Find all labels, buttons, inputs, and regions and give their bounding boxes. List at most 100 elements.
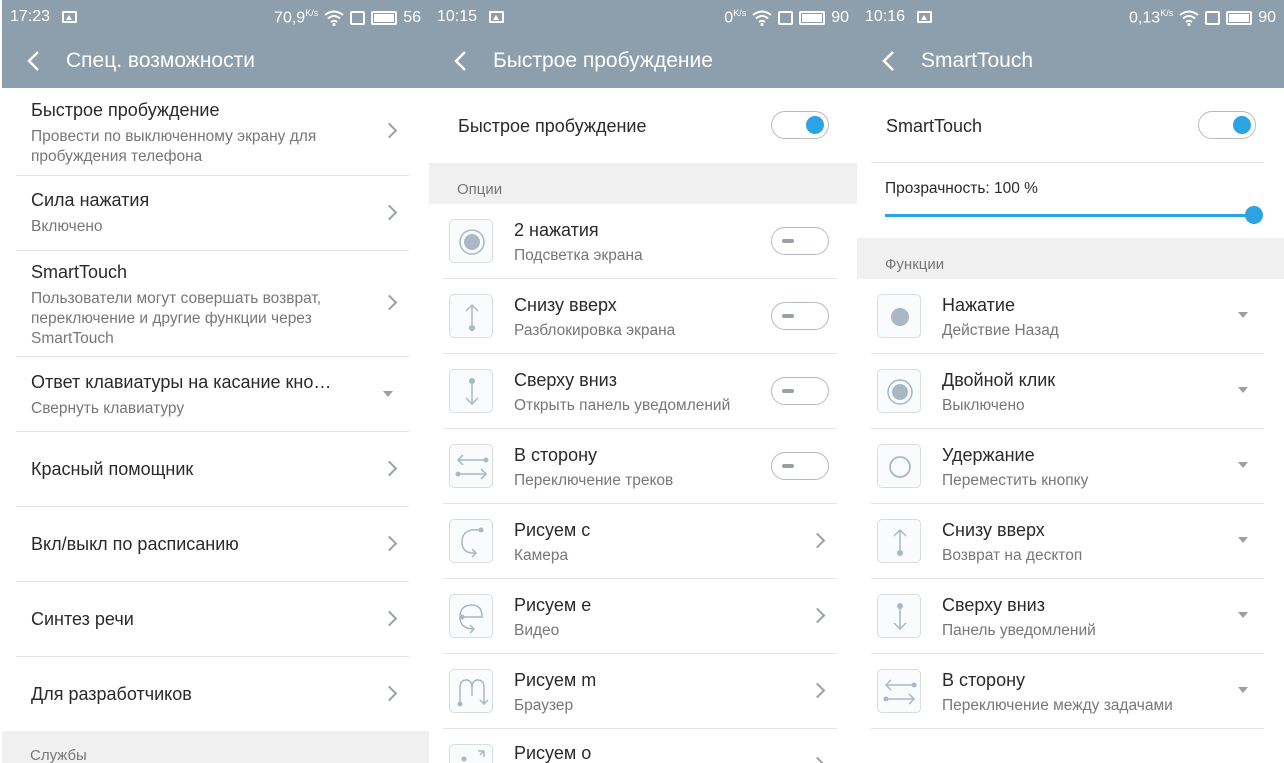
item-title: Рисуем c	[514, 520, 591, 540]
list-item-red-helper[interactable]: Красный помощник	[16, 432, 409, 507]
option-draw-o[interactable]: Рисуем o	[443, 729, 837, 763]
screen-smarttouch: 10:16 0,13K/s 90 SmartTouch SmartTouch П…	[857, 0, 1284, 763]
list-item-smarttouch[interactable]: SmartTouch Пользователи могут совершать …	[16, 251, 409, 357]
wifi-icon	[752, 10, 772, 26]
item-subtitle: Видео	[514, 622, 560, 639]
item-title: Сверху вниз	[942, 595, 1045, 615]
swipe-up-icon	[449, 294, 493, 338]
list-item-developer[interactable]: Для разработчиков	[16, 657, 409, 731]
section-header-functions: Функции	[857, 238, 1284, 279]
item-title: Снизу вверх	[514, 295, 617, 315]
dropdown-arrow-icon	[1238, 312, 1248, 318]
sim-icon	[778, 10, 794, 25]
chevron-right-icon	[809, 756, 826, 763]
transparency-slider-thumb[interactable]	[1245, 206, 1263, 224]
function-hold[interactable]: Удержание Переместить кнопку	[871, 429, 1264, 504]
double-tap-toggle[interactable]	[771, 227, 829, 255]
section-header-services: Службы	[2, 731, 429, 763]
item-subtitle: Провести по выключенному экрану для проб…	[31, 128, 317, 165]
swipe-down-toggle[interactable]	[771, 377, 829, 405]
screen-fast-wake: 10:15 0K/s 90 Быстрое пробуждение Быстро…	[429, 0, 857, 763]
battery-level: 90	[1258, 8, 1276, 26]
status-bar: 10:16 0,13K/s 90	[857, 0, 1284, 34]
list-item-keyboard-response[interactable]: Ответ клавиатуры на касание кно… Свернут…	[16, 357, 409, 432]
function-tap[interactable]: Нажатие Действие Назад	[871, 279, 1264, 354]
item-subtitle: Включено	[31, 218, 103, 235]
item-title: Рисуем m	[514, 670, 597, 690]
function-swipe-up[interactable]: Снизу вверх Возврат на десктоп	[871, 504, 1264, 579]
option-swipe-up[interactable]: Снизу вверх Разблокировка экрана	[443, 279, 837, 354]
list-item-schedule-power[interactable]: Вкл/выкл по расписанию	[16, 507, 409, 582]
battery-icon	[799, 10, 826, 25]
item-title: Рисуем e	[514, 595, 592, 615]
status-time: 10:15	[437, 8, 478, 25]
option-swipe-down[interactable]: Сверху вниз Открыть панель уведомлений	[443, 354, 837, 429]
item-subtitle: Подсветка экрана	[514, 247, 643, 264]
chevron-right-icon	[809, 682, 826, 699]
item-title: Нажатие	[942, 295, 1015, 315]
item-subtitle: Выключено	[942, 397, 1025, 414]
fast-wake-toggle[interactable]	[771, 111, 829, 139]
item-title: Вкл/выкл по расписанию	[31, 534, 239, 554]
item-subtitle: Браузер	[514, 697, 574, 714]
screen-accessibility: 17:23 70,9K/s 56 Спец. возможности Быстр…	[2, 0, 429, 763]
item-title: Синтез речи	[31, 609, 134, 629]
dropdown-arrow-icon	[1238, 612, 1248, 618]
chevron-right-icon	[381, 204, 398, 221]
item-subtitle: Пользователи могут совершать возврат, пе…	[31, 290, 322, 347]
battery-level: 90	[831, 8, 849, 26]
status-time: 17:23	[10, 8, 51, 25]
chevron-right-icon	[809, 607, 826, 624]
page-title: Быстрое пробуждение	[493, 49, 713, 72]
sim-icon	[1205, 10, 1221, 25]
option-swipe-sideways[interactable]: В сторону Переключение треков	[443, 429, 837, 504]
option-draw-m[interactable]: Рисуем m Браузер	[443, 654, 837, 729]
item-subtitle: Переключение между задачами	[942, 697, 1173, 714]
app-bar: Спец. возможности	[2, 34, 429, 88]
section-header-options: Опции	[429, 163, 857, 204]
item-subtitle: Панель уведомлений	[942, 622, 1096, 639]
master-toggle-row[interactable]: SmartTouch	[871, 88, 1264, 163]
transparency-slider-track[interactable]	[885, 214, 1254, 217]
double-click-icon	[877, 369, 921, 413]
back-arrow-icon[interactable]	[879, 50, 901, 72]
item-subtitle: Открыть панель уведомлений	[514, 397, 731, 414]
option-double-tap[interactable]: 2 нажатия Подсветка экрана	[443, 204, 837, 279]
item-title: Быстрое пробуждение	[31, 100, 220, 120]
master-toggle-row[interactable]: Быстрое пробуждение	[443, 88, 837, 163]
gallery-notification-icon	[62, 11, 77, 23]
list-item-press-force[interactable]: Сила нажатия Включено	[16, 176, 409, 251]
hold-icon	[877, 444, 921, 488]
app-bar: SmartTouch	[857, 34, 1284, 88]
draw-e-icon	[449, 594, 493, 638]
chevron-right-icon	[381, 294, 398, 311]
item-title: Рисуем o	[514, 743, 592, 763]
chevron-right-icon	[381, 610, 398, 627]
dropdown-arrow-icon	[1238, 687, 1248, 693]
battery-level: 56	[403, 8, 421, 26]
item-subtitle: Переместить кнопку	[942, 472, 1089, 489]
list-item-tts[interactable]: Синтез речи	[16, 582, 409, 657]
function-swipe-down[interactable]: Сверху вниз Панель уведомлений	[871, 579, 1264, 654]
option-draw-c[interactable]: Рисуем c Камера	[443, 504, 837, 579]
gallery-notification-icon	[917, 11, 932, 23]
dropdown-arrow-icon	[1238, 387, 1248, 393]
draw-o-icon	[449, 744, 493, 763]
item-title: В сторону	[942, 670, 1026, 690]
back-arrow-icon[interactable]	[24, 50, 46, 72]
swipe-up-toggle[interactable]	[771, 302, 829, 330]
function-swipe-sideways[interactable]: В сторону Переключение между задачами	[871, 654, 1264, 729]
swipe-sideways-toggle[interactable]	[771, 452, 829, 480]
status-time: 10:16	[865, 8, 906, 25]
smarttouch-toggle[interactable]	[1198, 111, 1256, 139]
item-subtitle: Свернуть клавиатуру	[31, 400, 185, 417]
transparency-slider-row: Прозрачность: 100 %	[857, 163, 1284, 238]
function-double-click[interactable]: Двойной клик Выключено	[871, 354, 1264, 429]
toggle-label: Быстрое пробуждение	[458, 116, 647, 136]
chevron-right-icon	[381, 535, 398, 552]
swipe-down-icon	[877, 594, 921, 638]
item-title: SmartTouch	[31, 262, 128, 282]
option-draw-e[interactable]: Рисуем e Видео	[443, 579, 837, 654]
list-item-fast-wake[interactable]: Быстрое пробуждение Провести по выключен…	[16, 88, 409, 176]
back-arrow-icon[interactable]	[451, 50, 473, 72]
